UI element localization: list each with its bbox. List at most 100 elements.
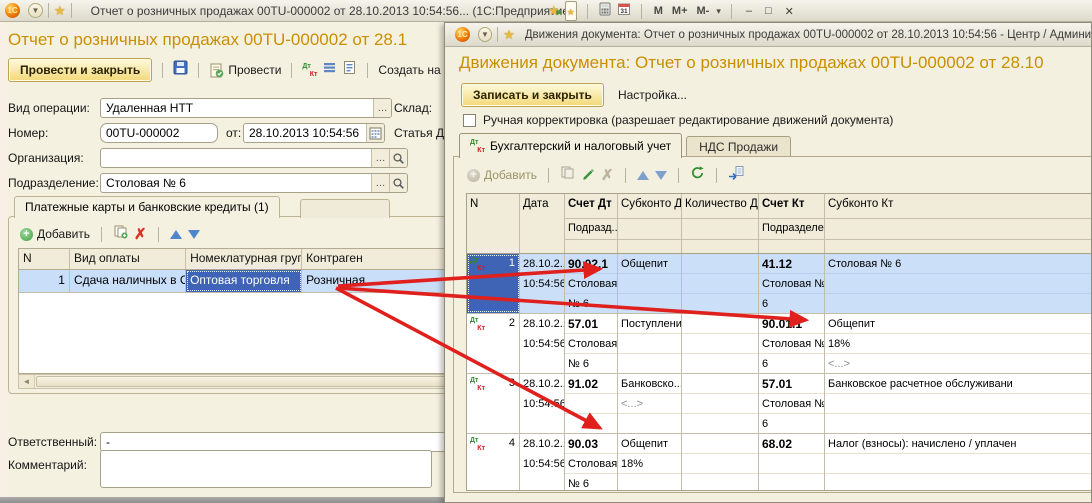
dt-kt-icon[interactable]: ДтКт	[302, 63, 317, 78]
scrollbar-thumb[interactable]	[36, 376, 453, 387]
move-up-icon[interactable]	[170, 230, 182, 239]
favorites-star-icon[interactable]: ★	[54, 4, 66, 17]
department-field[interactable]: Столовая № 6 …	[100, 173, 408, 193]
column-header-payment-type[interactable]: Вид оплаты	[70, 249, 186, 269]
cell-dt-account[interactable]: 90.02.1 Столовая № 6	[565, 254, 618, 313]
number-field[interactable]: 00TU-000002	[100, 123, 218, 143]
cell-kt-subconto[interactable]: Банковское расчетное обслуживани	[825, 374, 1092, 433]
add-row-button[interactable]: + Добавить	[467, 168, 537, 182]
cell-payment-type[interactable]: Сдача наличных в СБ	[70, 270, 186, 292]
scroll-left-button[interactable]: ◄	[19, 375, 35, 388]
column-header-date[interactable]: Дата	[520, 194, 565, 253]
move-down-icon[interactable]	[188, 230, 200, 239]
column-header-dt-subconto[interactable]: Субконто Дт	[618, 194, 682, 253]
ellipsis-button[interactable]: …	[371, 149, 389, 167]
cell-n[interactable]: ДтКт 4	[467, 434, 520, 491]
cell-kt-account[interactable]: 68.02	[759, 434, 825, 491]
cell-dt-quantity[interactable]	[682, 314, 759, 373]
cell-date[interactable]: 28.10.2... 10:54:56	[520, 374, 565, 433]
m-memory-button[interactable]: M	[652, 5, 665, 17]
go-to-end-icon[interactable]	[728, 165, 744, 185]
operation-field[interactable]: Удаленная НТТ …	[100, 98, 392, 118]
tab-accounting[interactable]: ДтКт Бухгалтерский и налоговый учет	[459, 133, 682, 158]
post-and-close-button[interactable]: Провести и закрыть	[8, 58, 152, 82]
onec-logo-icon[interactable]: 1C	[5, 3, 20, 18]
copy-icon[interactable]	[560, 165, 575, 185]
column-header-item-group[interactable]: Номеклатурная группа	[186, 249, 302, 269]
search-icon[interactable]	[389, 174, 407, 192]
cell-dt-subconto[interactable]: Банковско... <...>	[618, 374, 682, 433]
payment-row[interactable]: 1 Сдача наличных в СБ Оптовая торговля Р…	[19, 270, 454, 293]
cell-dt-quantity[interactable]	[682, 434, 759, 491]
onec-logo-icon[interactable]: 1C	[455, 27, 470, 42]
cell-kt-account[interactable]: 90.01.1 Столовая № 6	[759, 314, 825, 373]
cell-dt-subconto[interactable]: Общепит	[618, 254, 682, 313]
window-menu-dropdown-icon[interactable]: ▼	[28, 3, 43, 18]
cell-n[interactable]: 1	[19, 270, 70, 292]
tab-payment-cards[interactable]: Платежные карты и банковские кредиты (1)	[14, 196, 280, 218]
column-header-dt-quantity[interactable]: Количество Дт	[682, 194, 759, 253]
save-and-close-button[interactable]: Записать и закрыть	[461, 83, 604, 107]
ellipsis-button[interactable]: …	[373, 99, 391, 117]
favorites-star-icon[interactable]: ★	[503, 28, 515, 41]
cell-dt-quantity[interactable]	[682, 374, 759, 433]
delete-icon[interactable]: ✗	[134, 227, 147, 242]
cell-date[interactable]: 28.10.2... 10:54:56	[520, 314, 565, 373]
cell-kt-account[interactable]: 57.01 Столовая № 6	[759, 374, 825, 433]
column-header-n[interactable]: N	[467, 194, 520, 253]
add-to-favorites-icon[interactable]: ★➤	[548, 2, 560, 20]
cell-n[interactable]: ДтКт 3	[467, 374, 520, 433]
report-icon[interactable]	[342, 60, 357, 80]
cell-dt-account[interactable]: 91.02	[565, 374, 618, 433]
date-field[interactable]: 28.10.2013 10:54:56	[243, 123, 385, 143]
column-header-kt-account[interactable]: Счет Кт Подразделе...	[759, 194, 825, 253]
m-minus-button[interactable]: M-	[695, 5, 712, 17]
column-header-n[interactable]: N	[19, 249, 70, 269]
cell-n[interactable]: ДтКт 1	[467, 254, 520, 313]
add-row-button[interactable]: + Добавить	[20, 227, 90, 241]
column-header-dt-account[interactable]: Счет Дт Подразд...	[565, 194, 618, 253]
column-header-kt-subconto[interactable]: Субконто Кт	[825, 194, 1092, 253]
manual-adjustment-label[interactable]: Ручная корректировка (разрешает редактир…	[483, 113, 893, 127]
cell-dt-subconto[interactable]: Поступлени...	[618, 314, 682, 373]
copy-icon[interactable]	[113, 224, 128, 244]
column-header-contractor[interactable]: Контраген	[302, 249, 454, 269]
movement-row[interactable]: ДтКт 2 28.10.2... 10:54:56 57.01 Столова…	[467, 314, 1092, 374]
refresh-icon[interactable]	[690, 165, 705, 185]
cell-kt-subconto[interactable]: Столовая № 6	[825, 254, 1092, 313]
movement-row[interactable]: ДтКт 1 28.10.2... 10:54:56 90.02.1 Столо…	[467, 254, 1092, 314]
cell-dt-quantity[interactable]	[682, 254, 759, 313]
delete-icon[interactable]: ✗	[601, 168, 614, 183]
cell-kt-subconto[interactable]: Налог (взносы): начислено / уплачен	[825, 434, 1092, 491]
cell-date[interactable]: 28.10.2... 10:54:56	[520, 434, 565, 491]
favorites-box-icon[interactable]: ★	[565, 1, 577, 21]
cell-dt-account[interactable]: 90.03 Столовая № 6	[565, 434, 618, 491]
cell-dt-account[interactable]: 57.01 Столовая № 6	[565, 314, 618, 373]
calendar-icon[interactable]: 31	[617, 2, 631, 21]
movement-row[interactable]: ДтКт 3 28.10.2... 10:54:56 91.02 Банковс…	[467, 374, 1092, 434]
cell-date[interactable]: 28.10.2... 10:54:56	[520, 254, 565, 313]
responsible-field[interactable]: -	[100, 432, 452, 452]
memory-dropdown-icon[interactable]: ▾	[716, 6, 721, 17]
ellipsis-button[interactable]: …	[371, 174, 389, 192]
tab-stub[interactable]	[300, 199, 390, 218]
cell-n[interactable]: ДтКт 2	[467, 314, 520, 373]
comment-field[interactable]	[100, 450, 432, 488]
move-down-icon[interactable]	[655, 171, 667, 180]
window-menu-dropdown-icon[interactable]: ▼	[478, 27, 492, 42]
minimize-button[interactable]: –	[742, 5, 756, 17]
close-button[interactable]: ✕	[781, 5, 798, 18]
edit-icon[interactable]	[581, 166, 595, 185]
search-icon[interactable]	[389, 149, 407, 167]
cell-dt-subconto[interactable]: Общепит 18%	[618, 434, 682, 491]
calendar-button[interactable]	[366, 124, 384, 142]
settings-button[interactable]: Настройка...	[618, 88, 687, 102]
cell-kt-subconto[interactable]: Общепит 18% <...>	[825, 314, 1092, 373]
save-icon[interactable]	[173, 60, 188, 80]
horizontal-scrollbar[interactable]: ◄	[18, 374, 455, 389]
post-button[interactable]: Провести	[209, 63, 281, 78]
tab-vat-sales[interactable]: НДС Продажи	[686, 136, 791, 158]
cell-kt-account[interactable]: 41.12 Столовая № 6	[759, 254, 825, 313]
maximize-button[interactable]: □	[761, 5, 776, 17]
organization-field[interactable]: …	[100, 148, 408, 168]
